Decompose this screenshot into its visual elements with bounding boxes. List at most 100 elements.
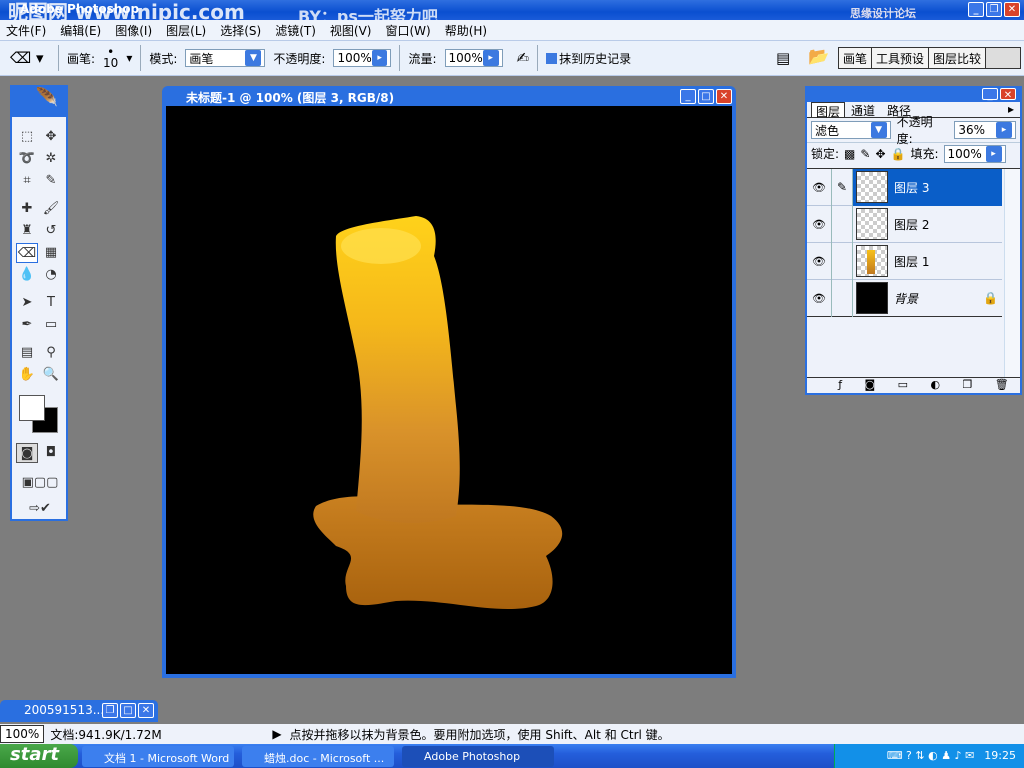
- restore-icon[interactable]: ❐: [102, 703, 118, 718]
- slider-arrow-icon[interactable]: ▸: [371, 50, 388, 66]
- blend-mode-select[interactable]: 滤色 ▼: [811, 121, 891, 139]
- layer-style-icon[interactable]: ƒ: [838, 378, 842, 393]
- new-group-icon[interactable]: ▭: [898, 378, 908, 393]
- tab-channels[interactable]: 通道: [845, 102, 881, 118]
- eraser-tool-icon[interactable]: ⌫: [16, 243, 38, 263]
- adjustment-layer-icon[interactable]: ◐: [930, 378, 940, 393]
- slider-arrow-icon[interactable]: ▸: [482, 50, 499, 66]
- menu-image[interactable]: 图像(I): [115, 22, 152, 38]
- erase-to-history-checkbox[interactable]: 抹到历史记录: [546, 50, 631, 67]
- maximize-icon[interactable]: □: [120, 703, 136, 718]
- minimize-icon[interactable]: _: [968, 2, 984, 17]
- lock-pixels-icon[interactable]: ✎: [860, 147, 870, 161]
- palette-icon[interactable]: ▤: [776, 49, 790, 67]
- path-select-icon[interactable]: ➤: [16, 293, 38, 313]
- close-icon[interactable]: ✕: [1004, 2, 1020, 17]
- start-button[interactable]: start: [0, 744, 78, 768]
- menu-select[interactable]: 选择(S): [220, 22, 261, 38]
- close-icon[interactable]: ✕: [1000, 88, 1016, 101]
- photoshop-feather-icon[interactable]: 🪶: [12, 87, 66, 117]
- brush-dropdown-icon[interactable]: ▾: [126, 51, 132, 65]
- new-layer-icon[interactable]: ❐: [962, 378, 972, 393]
- opacity-input[interactable]: 100% ▸: [333, 49, 392, 67]
- shape-tool-icon[interactable]: ▭: [40, 315, 62, 335]
- taskbar-word-candle[interactable]: 蜡烛.doc - Microsoft ...: [242, 746, 394, 767]
- pen-tool-icon[interactable]: ✒: [16, 315, 38, 335]
- type-tool-icon[interactable]: T: [40, 293, 62, 313]
- minimize-icon[interactable]: _: [982, 88, 998, 101]
- taskbar-photoshop[interactable]: Adobe Photoshop: [402, 746, 554, 767]
- layer-row[interactable]: 👁 图层 2: [807, 205, 1002, 243]
- mode-select[interactable]: 画笔 ▼: [185, 49, 266, 67]
- tab-layer-comps[interactable]: 图层比较: [929, 48, 987, 68]
- layers-scrollbar[interactable]: [1004, 169, 1020, 379]
- magic-wand-icon[interactable]: ✲: [40, 149, 62, 169]
- close-icon[interactable]: ✕: [138, 703, 154, 718]
- menu-help[interactable]: 帮助(H): [445, 22, 487, 38]
- menu-layer[interactable]: 图层(L): [166, 22, 206, 38]
- visibility-eye-icon[interactable]: 👁: [807, 181, 831, 194]
- notes-tool-icon[interactable]: ▤: [16, 343, 38, 363]
- maximize-icon[interactable]: □: [698, 89, 714, 104]
- foreground-color-swatch[interactable]: [19, 395, 45, 421]
- close-icon[interactable]: ✕: [716, 89, 732, 104]
- airbrush-icon[interactable]: ✍: [517, 49, 530, 67]
- zoom-tool-icon[interactable]: 🔍: [40, 365, 62, 385]
- link-slot[interactable]: [831, 279, 853, 317]
- zoom-level-field[interactable]: 100%: [0, 725, 45, 743]
- document-size[interactable]: 文档:941.9K/1.72M: [50, 726, 272, 743]
- tab-layers[interactable]: 图层: [811, 102, 846, 119]
- menu-edit[interactable]: 编辑(E): [60, 22, 101, 38]
- visibility-eye-icon[interactable]: 👁: [807, 218, 831, 231]
- blur-tool-icon[interactable]: 💧: [16, 265, 38, 285]
- hand-tool-icon[interactable]: ✋: [16, 365, 38, 385]
- canvas[interactable]: [166, 106, 732, 674]
- minimize-icon[interactable]: _: [680, 89, 696, 104]
- gradient-tool-icon[interactable]: ▦: [40, 243, 62, 263]
- healing-brush-icon[interactable]: ✚: [16, 199, 38, 219]
- restore-icon[interactable]: ❐: [986, 2, 1002, 17]
- eraser-tool-preset-icon[interactable]: ⌫ ▾: [10, 49, 50, 67]
- fill-input[interactable]: 100% ▸: [943, 144, 1006, 163]
- visibility-eye-icon[interactable]: 👁: [807, 255, 831, 268]
- link-slot[interactable]: [831, 205, 853, 243]
- jump-to-imageready-icon[interactable]: ⇨✔: [16, 499, 64, 519]
- brush-tool-icon[interactable]: 🖌: [40, 199, 62, 219]
- quick-mask-icon[interactable]: ◘: [40, 443, 62, 463]
- dodge-tool-icon[interactable]: ◔: [40, 265, 62, 285]
- panel-menu-icon[interactable]: ▸: [1008, 102, 1014, 117]
- screen-mode-icons[interactable]: ▣▢▢: [16, 473, 64, 493]
- link-slot[interactable]: [831, 242, 853, 280]
- eyedropper-icon[interactable]: ⚲: [40, 343, 62, 363]
- lock-position-icon[interactable]: ✥: [875, 147, 885, 161]
- file-browser-icon[interactable]: 📂: [808, 47, 829, 67]
- slider-arrow-icon[interactable]: ▸: [985, 145, 1002, 162]
- menu-view[interactable]: 视图(V): [330, 22, 372, 38]
- taskbar-word-doc1[interactable]: 文档 1 - Microsoft Word: [82, 746, 234, 767]
- layer-mask-icon[interactable]: ◙: [865, 378, 876, 393]
- layer-row[interactable]: 👁 背景 🔒: [807, 279, 1002, 317]
- slider-arrow-icon[interactable]: ▸: [996, 122, 1012, 138]
- tab-brushes[interactable]: 画笔: [839, 48, 873, 68]
- tab-tool-presets[interactable]: 工具预设: [872, 48, 930, 68]
- move-tool-icon[interactable]: ✥: [40, 127, 62, 147]
- layer-row[interactable]: 👁 图层 1: [807, 242, 1002, 280]
- standard-mode-icon[interactable]: ◙: [16, 443, 38, 463]
- crop-tool-icon[interactable]: ⌗: [16, 171, 38, 191]
- lock-transparency-icon[interactable]: ▩: [844, 147, 855, 161]
- delete-layer-icon[interactable]: 🗑: [995, 378, 1009, 393]
- menu-filter[interactable]: 滤镜(T): [275, 22, 316, 38]
- marquee-tool-icon[interactable]: ⬚: [16, 127, 38, 147]
- tray-icons[interactable]: ⌨ ? ⇅ ◐ ♟ ♪ ✉: [887, 749, 975, 762]
- layer-opacity-input[interactable]: 36% ▸: [954, 121, 1016, 139]
- status-arrow-icon[interactable]: ▶: [272, 727, 281, 741]
- slice-tool-icon[interactable]: ✎: [40, 171, 62, 191]
- brush-size-picker[interactable]: • 10: [103, 46, 118, 69]
- clone-stamp-icon[interactable]: ♜: [16, 221, 38, 241]
- history-brush-icon[interactable]: ↺: [40, 221, 62, 241]
- visibility-eye-icon[interactable]: 👁: [807, 292, 831, 305]
- brush-link-icon[interactable]: ✎: [831, 168, 853, 206]
- menu-file[interactable]: 文件(F): [6, 22, 46, 38]
- lock-all-icon[interactable]: 🔒: [891, 147, 906, 161]
- minimized-document-window[interactable]: 200591513... ❐ □ ✕: [0, 700, 158, 722]
